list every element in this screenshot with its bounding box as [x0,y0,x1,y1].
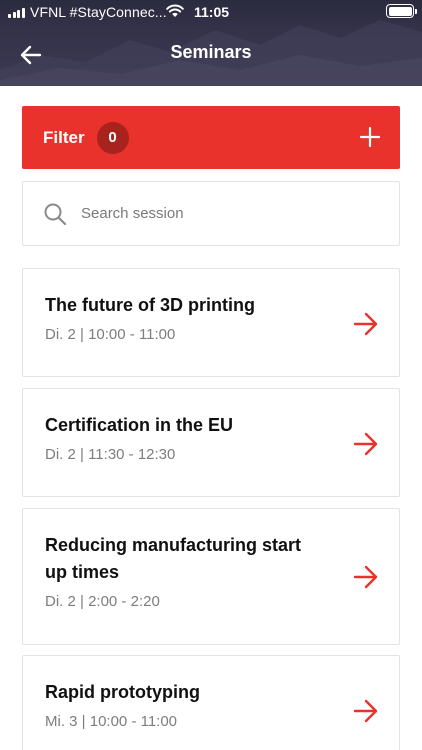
status-bar: VFNL #StayConnec... 11:05 [0,0,422,24]
session-card[interactable]: Certification in the EU Di. 2 | 11:30 - … [22,388,400,497]
session-card[interactable]: The future of 3D printing Di. 2 | 10:00 … [22,268,400,377]
session-time: Di. 2 | 10:00 - 11:00 [45,326,176,343]
search-icon [44,203,67,225]
header: VFNL #StayConnec... 11:05 Seminars [0,0,422,86]
plus-icon[interactable] [360,127,380,147]
session-title: Reducing manufacturing start up times [45,535,302,582]
session-time: Mi. 3 | 10:00 - 11:00 [45,713,178,730]
session-title: Rapid prototyping [45,682,200,702]
filter-count-badge: 0 [96,121,129,154]
session-time: Di. 2 | 11:30 - 12:30 [45,446,176,463]
search-box[interactable] [22,181,400,246]
signal-strength-icon [8,8,26,18]
arrow-right-icon[interactable] [353,565,379,589]
session-title: Certification in the EU [45,415,234,435]
search-input[interactable] [81,205,361,222]
filter-label: Filter [43,127,85,147]
clock: 11:05 [194,4,230,20]
session-card[interactable]: Reducing manufacturing start up times Di… [22,508,400,645]
session-card[interactable]: Rapid prototyping Mi. 3 | 10:00 - 11:00 [22,655,400,750]
carrier-name: VFNL #StayConnec... [30,4,167,20]
battery-icon [386,4,417,18]
arrow-right-icon[interactable] [353,312,379,336]
arrow-right-icon[interactable] [353,432,379,456]
session-time: Di. 2 | 2:00 - 2:20 [45,593,160,610]
session-title: The future of 3D printing [45,295,255,315]
page-title: Seminars [170,42,252,62]
filter-button[interactable]: Filter 0 [22,106,400,169]
arrow-right-icon[interactable] [353,699,379,723]
wifi-icon [166,4,184,17]
